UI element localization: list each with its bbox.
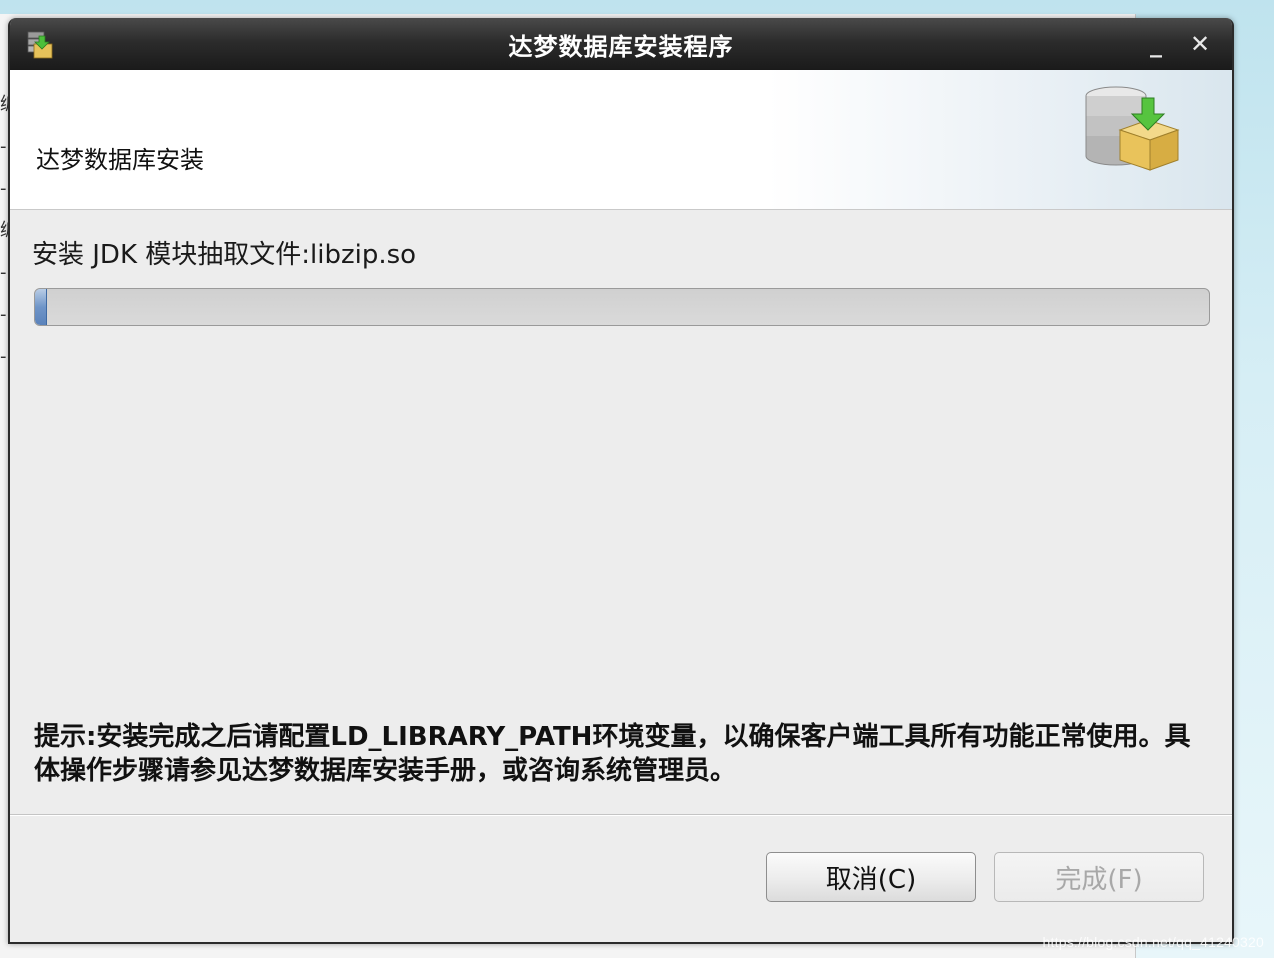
wizard-content: 安装 JDK 模块抽取文件:libzip.so 提示:安装完成之后请配置LD_L… [10,210,1232,814]
installer-dialog: 达梦数据库安装程序 _ ✕ 达梦数据库安装 安装 JDK 模块抽取文件:libz… [8,18,1234,944]
watermark-text: https://blog.csdn.net/qq_41240320 [1042,934,1264,950]
minimize-button[interactable]: _ [1142,30,1170,58]
progress-status-text: 安装 JDK 模块抽取文件:libzip.so [32,240,417,270]
wizard-header-title: 达梦数据库安装 [36,146,204,174]
wizard-header: 达梦数据库安装 [10,70,1232,210]
cancel-button[interactable]: 取消(C) [766,852,976,902]
progress-bar-fill [35,289,47,325]
installer-app-icon [27,31,53,59]
button-area-separator [10,814,1232,816]
hint-message: 提示:安装完成之后请配置LD_LIBRARY_PATH环境变量，以确保客户端工具… [34,722,1191,786]
install-progress-bar [34,288,1210,326]
database-install-icon [1085,86,1180,171]
finish-button[interactable]: 完成(F) [994,852,1204,902]
title-bar[interactable]: 达梦数据库安装程序 _ ✕ [10,18,1232,70]
close-button[interactable]: ✕ [1186,30,1214,58]
window-title: 达梦数据库安装程序 [508,32,734,61]
